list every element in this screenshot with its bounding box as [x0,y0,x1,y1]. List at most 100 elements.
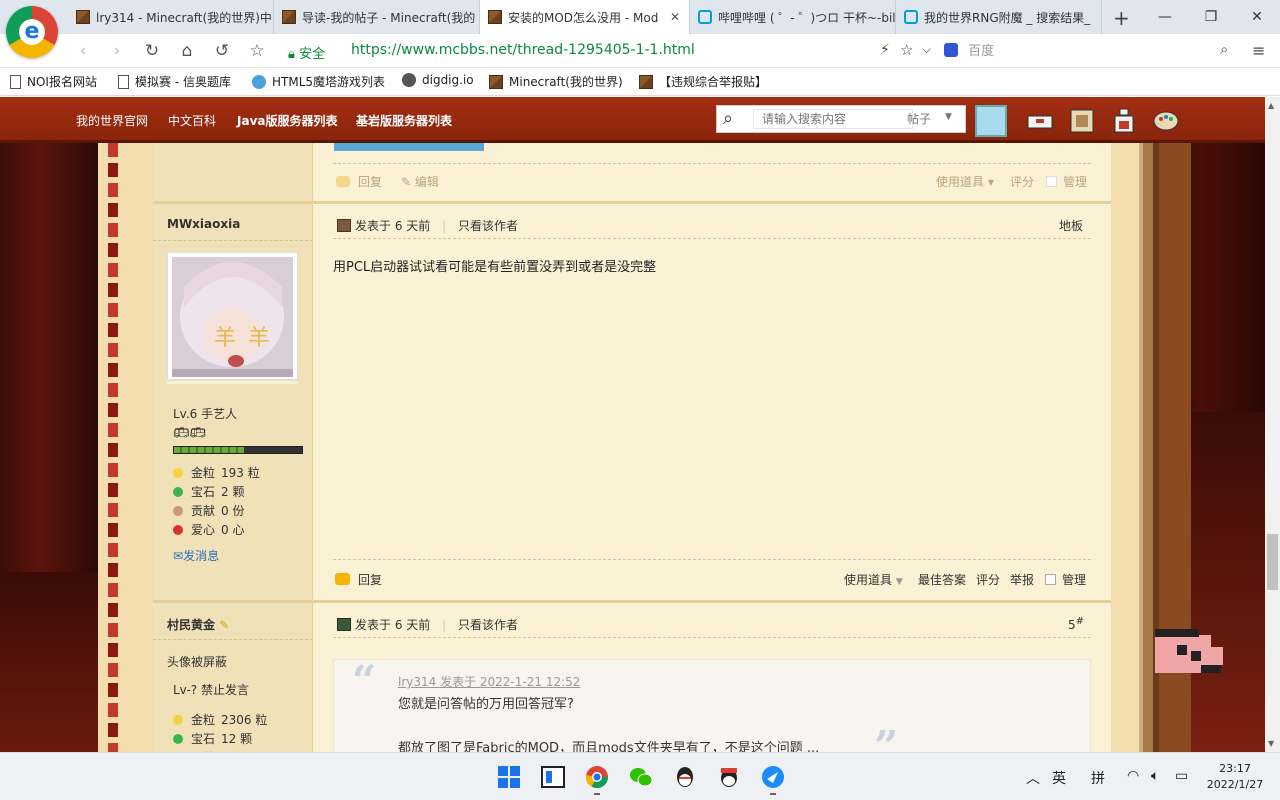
medal-icon[interactable]: 🚌︎🚌︎ [173,426,206,441]
use-item-button[interactable]: 使用道具 ▾ [936,173,994,190]
crafting-table-icon[interactable] [1068,107,1096,135]
use-item-button[interactable]: 使用道具 ▼ [844,571,903,588]
only-author-link[interactable]: 只看该作者 [458,219,518,233]
reply-button[interactable]: 回复 [335,571,382,588]
undo-icon[interactable]: ↺ [211,40,233,62]
wifi-icon[interactable]: ◠ [1127,768,1139,784]
nav-official[interactable]: 我的世界官网 [76,112,148,129]
chevron-down-icon[interactable]: ▼ [945,112,952,122]
minimize-icon[interactable]: — [1142,0,1188,34]
bookmark-minecraft[interactable]: Minecraft(我的世界) [489,73,623,90]
menu-icon[interactable]: ≡ [1252,41,1265,60]
floor-label[interactable]: 地板 [1059,217,1083,234]
bookmark-noi[interactable]: NOI报名网站 [10,73,97,90]
mail-icon[interactable] [1026,107,1054,135]
reply-icon [336,176,350,187]
tab-active[interactable]: 安装的MOD怎么没用 - Mod ✕ [480,0,690,34]
document-icon [10,74,21,89]
qq-icon[interactable] [673,765,697,789]
tab-2[interactable]: 导读-我的帖子 - Minecraft(我的 [274,0,480,34]
restore-icon[interactable]: ❐ [1188,0,1234,34]
back-icon[interactable]: ‹ [72,40,94,62]
bookmark-digdig[interactable]: digdig.io [402,73,474,87]
windows-start-icon[interactable] [497,765,521,789]
bookmark-report[interactable]: 【违规综合举报贴】 [639,73,767,90]
tray-expand-icon[interactable]: ︿ [1026,768,1040,788]
reload-icon[interactable]: ↻ [141,40,163,62]
stat-gold: 金粒 193 粒 [173,464,260,481]
search-icon[interactable]: ⌕ [1220,40,1228,58]
nav-java-servers[interactable]: Java版服务器列表 [237,112,337,129]
potion-icon[interactable] [1110,107,1138,135]
floor-label[interactable]: 5# [1068,616,1084,632]
avatar-image: 羊 羊 [172,257,293,377]
rate-button[interactable]: 评分 [976,571,1000,588]
manage-checkbox[interactable]: 管理 [1046,173,1087,190]
search-icon[interactable]: ⌕ [723,108,733,129]
secure-badge[interactable]: 🔒︎ 安全 [288,43,325,62]
post-meta: 发表于 6 天前 | 只看该作者 [337,217,518,234]
only-author-link[interactable]: 只看该作者 [458,618,518,632]
tab-title: 安装的MOD怎么没用 - Mod [508,10,659,25]
tab-4[interactable]: 哔哩哔哩 ( ゜- ゜)つロ 干杯~-bili [690,0,896,34]
chevron-down-icon[interactable]: ⌵ [922,42,931,57]
author-level[interactable]: Lv.6 手艺人 [173,405,237,422]
report-button[interactable]: 举报 [1010,571,1034,588]
author-name[interactable]: 村民黄金 ✎ [167,616,229,633]
reply-button[interactable]: 回复 [336,173,382,190]
palette-icon[interactable] [1152,107,1180,135]
lightning-icon[interactable]: ⚡ [880,42,890,58]
scrollbar-thumb[interactable] [1267,534,1278,590]
battery-icon[interactable]: ▭ [1175,768,1188,784]
quote-source-link[interactable]: lry314 发表于 2022-1-21 12:52 [398,673,580,690]
bookmark-mock-exam[interactable]: 模拟赛 - 信奥题库 [118,73,231,90]
search-input[interactable] [753,109,913,129]
scroll-up-icon[interactable]: ▲ [1268,101,1274,110]
star-icon[interactable]: ☆ [246,40,268,62]
user-avatar[interactable] [975,105,1007,137]
quote-text: 您就是问答帖的万用回答冠军? [398,697,574,712]
close-tab-icon[interactable]: ✕ [670,10,680,24]
tab-5[interactable]: 我的世界RNG附魔 _ 搜索结果_ [896,0,1102,34]
forward-icon[interactable]: › [106,40,128,62]
ime-language[interactable]: 英 [1052,768,1066,788]
send-message-button[interactable]: ✉发消息 [173,547,219,564]
chrome-taskbar-icon[interactable] [585,765,609,789]
search-type-select[interactable]: 帖子 [907,110,931,127]
system-clock[interactable]: 23:17 2022/1/27 [1203,761,1267,793]
gold-nugget-icon [173,468,183,478]
volume-icon[interactable]: 🔈︎ [1151,768,1159,784]
ime-mode[interactable]: 拼 [1091,768,1105,788]
nav-wiki[interactable]: 中文百科 [168,112,216,129]
bookmark-html5-tower[interactable]: HTML5魔塔游戏列表 [252,73,385,90]
best-answer-button[interactable]: 最佳答案 [918,571,966,588]
wechat-icon[interactable] [629,765,653,789]
envelope-icon: ✉ [173,549,184,563]
cube-icon [76,10,90,24]
favorite-icon[interactable]: ☆ [900,41,913,59]
author-avatar[interactable]: 羊 羊 [167,252,298,380]
scroll-down-icon[interactable]: ▼ [1268,739,1274,748]
stat-contribution: 贡献 0 份 [173,502,244,519]
post-text: 用PCL启动器试试看可能是有些前置没弄到或者是没完整 [333,260,657,275]
new-tab-button[interactable]: + [1113,6,1130,30]
home-icon[interactable]: ⌂ [176,40,198,62]
author-name[interactable]: MWxiaoxia [167,217,240,231]
nav-bedrock-servers[interactable]: 基岩版服务器列表 [356,112,452,129]
author-level[interactable]: Lv-? 禁止发言 [173,681,249,698]
manage-checkbox[interactable]: 管理 [1045,571,1086,588]
tab-1[interactable]: lry314 - Minecraft(我的世界)中 [68,0,274,34]
task-view-icon[interactable] [541,765,565,789]
tab-title: 哔哩哔哩 ( ゜- ゜)つロ 干杯~-bili [718,10,896,25]
page-scrollbar[interactable]: ▲ ▼ [1265,97,1280,752]
url-field[interactable]: https://www.mcbbs.net/thread-1295405-1-1… [351,42,695,58]
pig-mascot-icon[interactable] [1155,629,1223,679]
apple-icon [173,525,183,535]
rate-button[interactable]: 评分 [1010,173,1034,190]
search-engine-box[interactable]: 百度 ⌕ [944,40,1244,62]
close-window-icon[interactable]: ✕ [1234,0,1280,34]
feishu-icon[interactable] [761,765,785,789]
emerald-icon [173,734,183,744]
edit-button[interactable]: ✎ 编辑 [401,173,439,190]
qq-pirate-icon[interactable] [717,765,741,789]
